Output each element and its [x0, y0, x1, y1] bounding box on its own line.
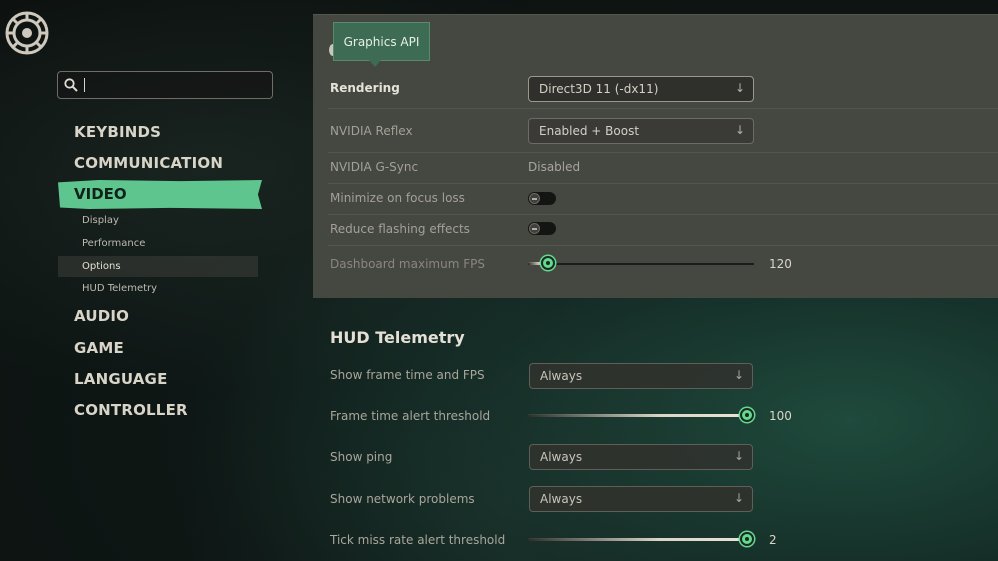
rendering-dropdown[interactable]: Direct3D 11 (-dx11) ↓ [528, 76, 754, 102]
frame-time-fps-dropdown[interactable]: Always ↓ [529, 363, 753, 389]
frame-time-fps-label: Show frame time and FPS [330, 368, 485, 382]
tick-miss-slider-handle[interactable] [740, 532, 754, 546]
subnav-options[interactable]: Options [82, 261, 121, 272]
search-icon [64, 78, 78, 92]
row-divider [328, 214, 998, 215]
minimize-focus-label: Minimize on focus loss [330, 191, 465, 205]
dashboard-fps-track[interactable] [528, 263, 754, 265]
nav-communication[interactable]: COMMUNICATION [74, 154, 223, 172]
search-input[interactable] [57, 71, 273, 99]
tick-miss-label: Tick miss rate alert threshold [330, 533, 506, 547]
nav-video[interactable]: VIDEO [74, 185, 127, 203]
tick-miss-value: 2 [769, 533, 777, 547]
hud-telemetry-title: HUD Telemetry [330, 328, 465, 347]
nvidia-reflex-value: Enabled + Boost [539, 124, 640, 138]
frame-alert-label: Frame time alert threshold [330, 409, 491, 423]
tick-miss-fill [528, 538, 747, 541]
wheel-emblem-icon [5, 11, 49, 55]
arrow-down-icon: ↓ [733, 491, 744, 505]
network-problems-value: Always [540, 492, 583, 506]
frame-alert-slider-handle[interactable] [740, 408, 754, 422]
subnav-hud-telemetry[interactable]: HUD Telemetry [82, 283, 157, 294]
ping-dropdown[interactable]: Always ↓ [529, 444, 753, 470]
text-caret [84, 78, 85, 92]
nav-keybinds[interactable]: KEYBINDS [74, 123, 161, 141]
rendering-label: Rendering [330, 81, 400, 95]
nav-controller[interactable]: CONTROLLER [74, 401, 188, 419]
nvidia-reflex-label: NVIDIA Reflex [330, 124, 413, 138]
nvidia-gsync-label: NVIDIA G-Sync [330, 160, 419, 174]
tooltip-pointer [369, 60, 381, 67]
ping-value: Always [540, 450, 583, 464]
network-problems-label: Show network problems [330, 492, 475, 506]
row-divider [328, 108, 998, 109]
reduce-flashing-label: Reduce flashing effects [330, 222, 470, 236]
row-divider [328, 152, 998, 153]
graphics-api-tooltip: Graphics API [333, 22, 430, 61]
nav-game[interactable]: GAME [74, 339, 124, 357]
nav-audio[interactable]: AUDIO [74, 307, 129, 325]
rendering-value: Direct3D 11 (-dx11) [539, 82, 659, 96]
dashboard-fps-value: 120 [769, 257, 792, 271]
subnav-display[interactable]: Display [82, 215, 119, 226]
tooltip-text: Graphics API [343, 34, 420, 49]
arrow-down-icon: ↓ [733, 449, 744, 463]
frame-time-fps-value: Always [540, 369, 583, 383]
row-divider [328, 245, 998, 246]
dashboard-fps-label: Dashboard maximum FPS [330, 257, 485, 271]
ping-label: Show ping [330, 450, 393, 464]
toggle-off-icon [529, 223, 540, 234]
frame-alert-fill [528, 414, 747, 417]
nvidia-gsync-value: Disabled [528, 160, 581, 174]
nav-language[interactable]: LANGUAGE [74, 370, 168, 388]
arrow-down-icon: ↓ [733, 368, 744, 382]
nvidia-reflex-dropdown[interactable]: Enabled + Boost ↓ [528, 118, 754, 144]
network-problems-dropdown[interactable]: Always ↓ [529, 486, 753, 512]
arrow-down-icon: ↓ [734, 123, 745, 137]
minimize-focus-toggle[interactable] [528, 192, 556, 205]
arrow-down-icon: ↓ [734, 81, 745, 95]
row-divider [328, 183, 998, 184]
frame-alert-value: 100 [769, 409, 792, 423]
subnav-performance[interactable]: Performance [82, 238, 145, 249]
toggle-off-icon [529, 193, 540, 204]
reduce-flashing-toggle[interactable] [528, 222, 556, 235]
